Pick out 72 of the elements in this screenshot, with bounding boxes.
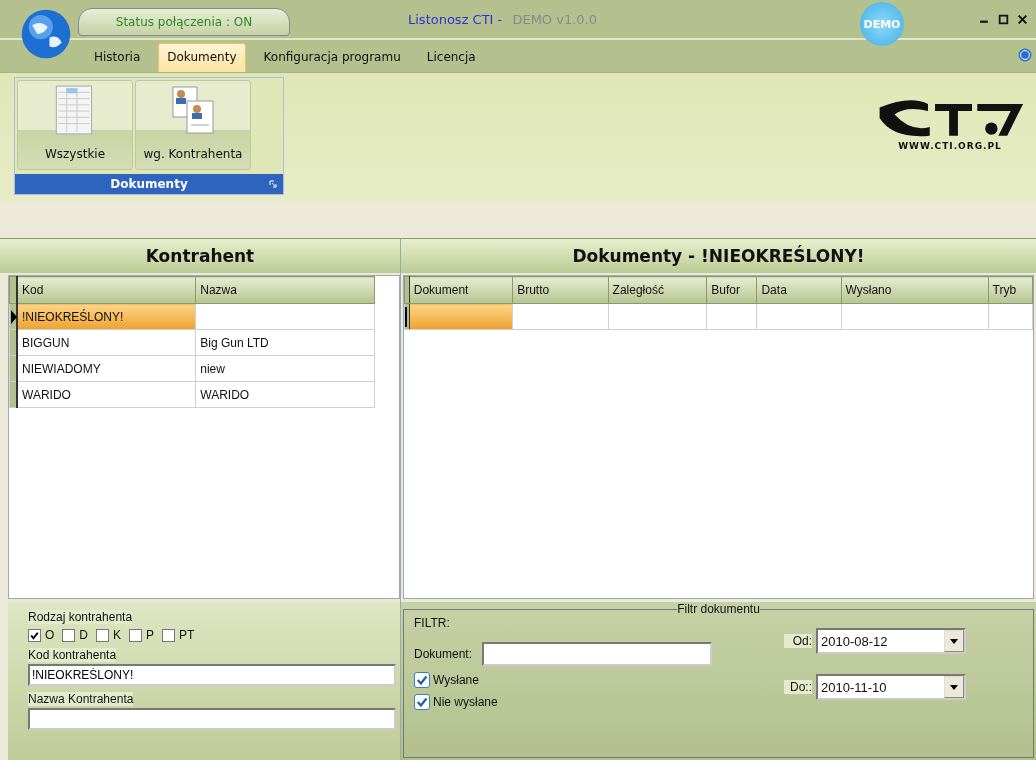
connection-status: Status połączenia : ON xyxy=(78,8,290,36)
header-corner xyxy=(9,276,17,304)
checkbox-label: D xyxy=(79,628,88,642)
menu-tab[interactable]: Historia xyxy=(86,44,149,72)
row-indicator[interactable] xyxy=(9,355,17,382)
column-header[interactable]: Wysłano xyxy=(841,276,989,304)
table-cell: !NIEOKREŚLONY! xyxy=(17,303,196,330)
field-label: Nazwa Kontrahenta xyxy=(28,692,134,706)
menu-tab[interactable]: Licencja xyxy=(418,44,484,72)
checkbox[interactable] xyxy=(96,628,109,642)
column-header[interactable]: Brutto xyxy=(512,276,609,304)
panel-header: Dokumenty - !NIEOKREŚLONY! xyxy=(401,239,1036,273)
logo-url: WWW.CTI.ORG.PL xyxy=(898,141,1002,151)
checkbox-label: PT xyxy=(179,628,195,642)
field-label: Dokument: xyxy=(414,647,473,661)
input-field[interactable] xyxy=(28,708,396,730)
row-indicator[interactable] xyxy=(404,303,410,330)
table-cell: BIGGUN xyxy=(17,329,196,356)
help-icon[interactable] xyxy=(1018,48,1032,62)
column-header[interactable]: Zaległość xyxy=(608,276,707,304)
window-title: Listonosz CTI - xyxy=(408,11,503,27)
checkbox[interactable] xyxy=(129,628,143,642)
checkbox[interactable] xyxy=(28,628,41,642)
field-label: Kod kontrahenta xyxy=(28,648,117,662)
checkbox-label: Nie wysłane xyxy=(433,695,498,709)
group-legend: Filtr dokumentu xyxy=(677,602,760,616)
column-header[interactable]: Nazwa xyxy=(195,276,375,304)
field-label: Rodzaj kontrahenta xyxy=(28,610,133,624)
header-corner xyxy=(404,276,410,304)
checkbox[interactable] xyxy=(62,628,76,642)
date-dropdown[interactable]: 2010-11-10 xyxy=(816,674,966,700)
close-icon[interactable] xyxy=(1017,13,1028,25)
table-cell: NIEWIADOMY xyxy=(17,355,196,382)
field-label: Od: xyxy=(784,634,812,648)
ribbon-button[interactable]: wg. Kontrahenta xyxy=(135,80,251,170)
table-cell: WARIDO xyxy=(195,381,375,408)
checkbox[interactable] xyxy=(414,672,430,688)
checkbox-label: O xyxy=(45,628,55,642)
table-cell: WARIDO xyxy=(17,381,196,408)
table-cell: niew xyxy=(195,355,375,382)
checkbox-label: P xyxy=(146,628,155,642)
table-cell xyxy=(988,303,1033,330)
row-indicator[interactable] xyxy=(9,329,17,356)
menu-tab[interactable]: Konfiguracja programu xyxy=(255,44,409,72)
version-label: DEMO v1.0.0 xyxy=(512,11,597,27)
checkbox-label: K xyxy=(113,628,122,642)
column-header[interactable]: Bufor xyxy=(706,276,757,304)
table-cell: Big Gun LTD xyxy=(195,329,375,356)
dropdown-arrow-icon xyxy=(950,638,958,644)
field-label: Do:: xyxy=(784,680,812,694)
input-field[interactable] xyxy=(482,642,713,666)
row-indicator[interactable] xyxy=(9,381,17,408)
filter-heading: FILTR: xyxy=(414,616,451,630)
demo-badge: DEMO xyxy=(860,2,904,46)
checkbox-label: Wysłane xyxy=(433,673,479,687)
date-dropdown[interactable]: 2010-08-12 xyxy=(816,628,966,654)
group-label: Dokumenty xyxy=(110,177,188,191)
maximize-icon[interactable] xyxy=(998,13,1009,25)
dialog-launcher-icon[interactable] xyxy=(269,180,277,188)
checkbox[interactable] xyxy=(414,694,430,710)
column-header[interactable]: Kod xyxy=(17,276,196,304)
dropdown-arrow-icon xyxy=(950,684,958,690)
panel-header: Kontrahent xyxy=(0,239,400,273)
ribbon-button[interactable]: Wszystkie xyxy=(17,80,133,170)
checkbox[interactable] xyxy=(162,628,176,642)
column-header[interactable]: Tryb xyxy=(988,276,1033,304)
input-field[interactable]: !NIEOKREŚLONY! xyxy=(28,664,396,686)
contact-documents-icon xyxy=(171,84,215,136)
table-cell xyxy=(706,303,757,330)
menu-tab[interactable]: Dokumenty xyxy=(158,43,246,72)
column-header[interactable]: Data xyxy=(756,276,841,304)
column-header[interactable]: Dokument xyxy=(409,276,513,304)
